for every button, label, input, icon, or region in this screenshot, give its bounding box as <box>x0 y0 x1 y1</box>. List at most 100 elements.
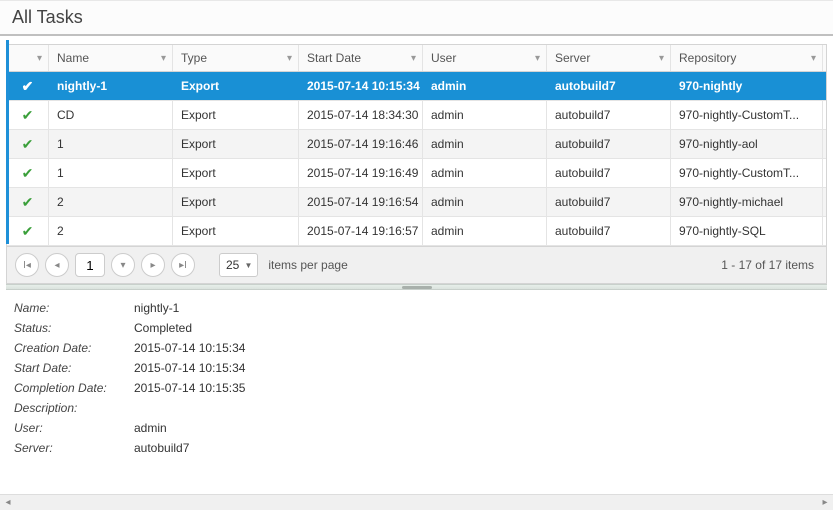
col-name-label: Name <box>57 51 89 65</box>
server-cell: autobuild7 <box>547 130 671 158</box>
task-details: Name:nightly-1 Status:Completed Creation… <box>0 290 833 466</box>
chevron-down-icon: ▾ <box>161 53 166 64</box>
server-cell: autobuild7 <box>547 159 671 187</box>
check-icon: ✔ <box>22 194 34 211</box>
date-cell: 2015-07-14 19:16:46 <box>299 130 423 158</box>
detail-value-name: nightly-1 <box>134 301 179 315</box>
tasks-grid: ▾ Name▾ Type▾ Start Date▾ User▾ Server▾ … <box>6 44 827 284</box>
col-user-label: User <box>431 51 456 65</box>
check-icon: ✔ <box>22 223 34 240</box>
col-server[interactable]: Server ▾ <box>547 45 671 71</box>
last-page-button[interactable]: ▸I <box>171 253 195 277</box>
per-page-label: items per page <box>268 258 347 272</box>
user-cell: admin <box>423 101 547 129</box>
detail-label-description: Description: <box>14 401 134 415</box>
user-cell: admin <box>423 188 547 216</box>
date-cell: 2015-07-14 18:34:30 <box>299 101 423 129</box>
col-name[interactable]: Name ▾ <box>49 45 173 71</box>
col-status[interactable]: ▾ <box>7 45 49 71</box>
repo-cell: 970-nightly-SQL <box>671 217 823 245</box>
server-cell: autobuild7 <box>547 101 671 129</box>
col-start-date[interactable]: Start Date ▾ <box>299 45 423 71</box>
horizontal-scrollbar[interactable]: ◂ ▸ <box>0 494 833 510</box>
col-user[interactable]: User ▾ <box>423 45 547 71</box>
scroll-right-icon[interactable]: ▸ <box>817 496 833 510</box>
chevron-down-icon[interactable]: ▾ <box>111 253 135 277</box>
selection-stripe <box>6 40 9 244</box>
type-cell: Export <box>173 72 299 100</box>
chevron-down-icon: ▾ <box>411 53 416 64</box>
detail-value-status: Completed <box>134 321 192 335</box>
pager: I◂ ◂ ▾ ▸ ▸I 25 items per page 1 - 17 of … <box>7 246 826 283</box>
col-server-label: Server <box>555 51 590 65</box>
date-cell: 2015-07-14 19:16:57 <box>299 217 423 245</box>
col-type[interactable]: Type ▾ <box>173 45 299 71</box>
table-row[interactable]: ✔2Export2015-07-14 19:16:57adminautobuil… <box>7 217 826 246</box>
grid-body: ✔nightly-1Export2015-07-14 10:15:34admin… <box>7 72 826 246</box>
type-cell: Export <box>173 101 299 129</box>
repo-cell: 970-nightly-CustomT... <box>671 159 823 187</box>
table-row[interactable]: ✔1Export2015-07-14 19:16:46adminautobuil… <box>7 130 826 159</box>
table-row[interactable]: ✔1Export2015-07-14 19:16:49adminautobuil… <box>7 159 826 188</box>
detail-label-server: Server: <box>14 441 134 455</box>
chevron-down-icon: ▾ <box>659 53 664 64</box>
user-cell: admin <box>423 72 547 100</box>
server-cell: autobuild7 <box>547 72 671 100</box>
detail-label-user: User: <box>14 421 134 435</box>
name-cell: 1 <box>49 159 173 187</box>
detail-label-status: Status: <box>14 321 134 335</box>
check-icon: ✔ <box>22 136 34 153</box>
page-input[interactable] <box>75 253 105 277</box>
date-cell: 2015-07-14 19:16:54 <box>299 188 423 216</box>
detail-value-completion: 2015-07-14 10:15:35 <box>134 381 245 395</box>
chevron-down-icon: ▾ <box>37 53 42 64</box>
status-cell: ✔ <box>7 130 49 158</box>
check-icon: ✔ <box>22 107 34 124</box>
detail-label-name: Name: <box>14 301 134 315</box>
repo-cell: 970-nightly-CustomT... <box>671 101 823 129</box>
scroll-track[interactable] <box>16 496 817 510</box>
server-cell: autobuild7 <box>547 188 671 216</box>
name-cell: nightly-1 <box>49 72 173 100</box>
status-cell: ✔ <box>7 159 49 187</box>
col-date-label: Start Date <box>307 51 361 65</box>
detail-value-creation: 2015-07-14 10:15:34 <box>134 341 245 355</box>
repo-cell: 970-nightly <box>671 72 823 100</box>
status-cell: ✔ <box>7 188 49 216</box>
status-cell: ✔ <box>7 72 49 100</box>
type-cell: Export <box>173 188 299 216</box>
name-cell: 1 <box>49 130 173 158</box>
next-page-button[interactable]: ▸ <box>141 253 165 277</box>
table-row[interactable]: ✔2Export2015-07-14 19:16:54adminautobuil… <box>7 188 826 217</box>
detail-label-creation: Creation Date: <box>14 341 134 355</box>
chevron-down-icon: ▾ <box>535 53 540 64</box>
repo-cell: 970-nightly-aol <box>671 130 823 158</box>
detail-label-start: Start Date: <box>14 361 134 375</box>
prev-page-button[interactable]: ◂ <box>45 253 69 277</box>
col-type-label: Type <box>181 51 207 65</box>
user-cell: admin <box>423 159 547 187</box>
server-cell: autobuild7 <box>547 217 671 245</box>
user-cell: admin <box>423 130 547 158</box>
check-icon: ✔ <box>22 78 34 95</box>
status-cell: ✔ <box>7 217 49 245</box>
table-row[interactable]: ✔nightly-1Export2015-07-14 10:15:34admin… <box>7 72 826 101</box>
detail-value-user: admin <box>134 421 167 435</box>
table-row[interactable]: ✔ CDExport2015-07-14 18:34:30adminautobui… <box>7 101 826 130</box>
check-icon: ✔ <box>22 165 34 182</box>
status-cell: ✔ <box>7 101 49 129</box>
scroll-left-icon[interactable]: ◂ <box>0 496 16 510</box>
date-cell: 2015-07-14 19:16:49 <box>299 159 423 187</box>
page-size-select[interactable]: 25 <box>219 253 258 277</box>
repo-cell: 970-nightly-michael <box>671 188 823 216</box>
detail-label-completion: Completion Date: <box>14 381 134 395</box>
name-cell: CD <box>49 101 173 129</box>
chevron-down-icon: ▾ <box>287 53 292 64</box>
page-title: All Tasks <box>0 1 833 36</box>
chevron-down-icon: ▾ <box>811 53 816 64</box>
first-page-button[interactable]: I◂ <box>15 253 39 277</box>
col-repository[interactable]: Repository▾ <box>671 45 823 71</box>
splitter-handle[interactable] <box>6 284 827 290</box>
type-cell: Export <box>173 217 299 245</box>
user-cell: admin <box>423 217 547 245</box>
